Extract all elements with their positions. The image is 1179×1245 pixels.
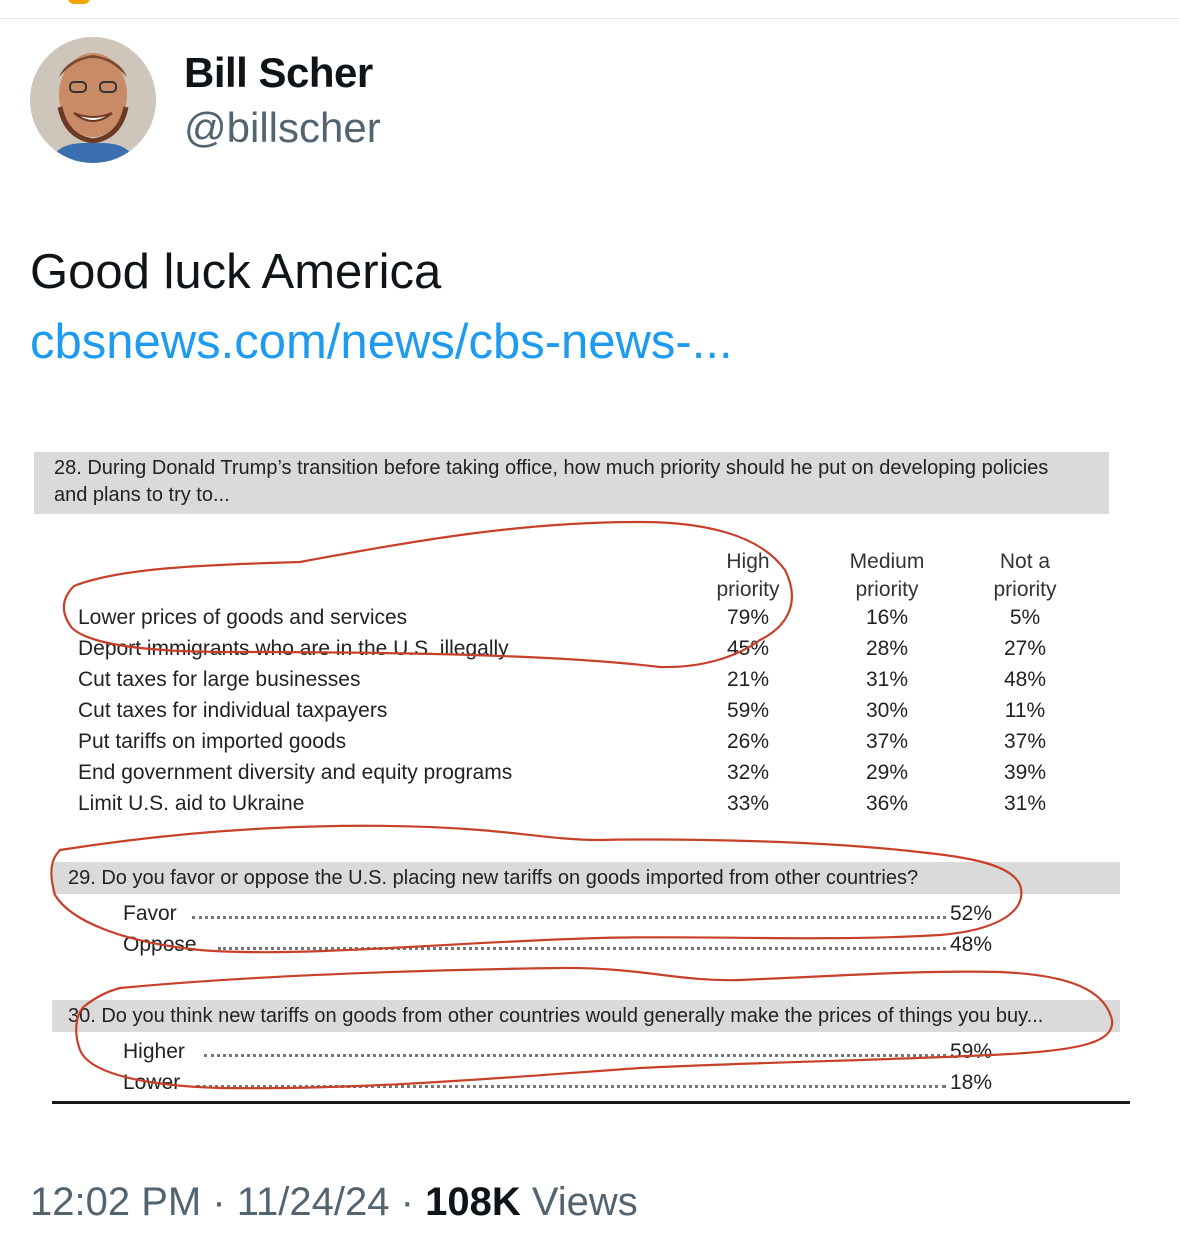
partial-badge-icon xyxy=(68,0,90,4)
avatar-face-icon xyxy=(30,37,156,163)
cell-medium: 29% xyxy=(865,761,909,784)
question-29-header: 29. Do you favor or oppose the U.S. plac… xyxy=(52,862,1120,894)
dot-leader xyxy=(204,1052,946,1057)
question-28-header: 28. During Donald Trump’s transition bef… xyxy=(34,452,1109,514)
bottom-rule xyxy=(52,1101,1130,1104)
tweet-link[interactable]: cbsnews.com/news/cbs-news-... xyxy=(30,314,733,370)
cell-medium: 36% xyxy=(865,792,909,815)
column-header-not: Not a priority xyxy=(970,548,1080,604)
cell-not: 39% xyxy=(1003,761,1047,784)
row-label: Cut taxes for individual taxpayers xyxy=(78,699,388,722)
cell-medium: 31% xyxy=(865,668,909,691)
row-label: End government diversity and equity prog… xyxy=(78,761,513,784)
top-divider xyxy=(0,18,1179,19)
question-30-header: 30. Do you think new tariffs on goods fr… xyxy=(52,1000,1120,1032)
views-label: Views xyxy=(531,1180,638,1224)
row-label: Put tariffs on imported goods xyxy=(78,730,347,753)
question-29-text: 29. Do you favor or oppose the U.S. plac… xyxy=(68,867,919,889)
column-header-not-line2: priority xyxy=(993,578,1057,601)
cell-not: 31% xyxy=(1003,792,1047,815)
column-header-medium-line2: priority xyxy=(855,578,919,601)
column-header-medium-line1: Medium xyxy=(849,550,925,573)
cell-high: 45% xyxy=(726,637,770,660)
cell-medium: 16% xyxy=(865,606,909,629)
answer-higher-label: Higher xyxy=(123,1040,185,1063)
answer-lower-value: 18% xyxy=(950,1071,993,1094)
column-header-high: High priority xyxy=(693,548,803,604)
cell-high: 32% xyxy=(726,761,770,784)
meta-separator: · xyxy=(212,1180,237,1224)
dot-leader xyxy=(192,914,946,919)
cell-not: 37% xyxy=(1003,730,1047,753)
views-count: 108K xyxy=(425,1180,521,1224)
cell-high: 26% xyxy=(726,730,770,753)
column-header-high-line1: High xyxy=(726,550,770,573)
answer-higher-value: 59% xyxy=(950,1040,993,1063)
row-label: Cut taxes for large businesses xyxy=(78,668,361,691)
cell-not: 5% xyxy=(1009,606,1041,629)
cell-not: 48% xyxy=(1003,668,1047,691)
author-name[interactable]: Bill Scher xyxy=(184,49,373,97)
row-label: Limit U.S. aid to Ukraine xyxy=(78,792,305,815)
column-header-medium: Medium priority xyxy=(832,548,942,604)
avatar[interactable] xyxy=(30,37,156,163)
cell-not: 27% xyxy=(1003,637,1047,660)
answer-oppose-value: 48% xyxy=(950,933,993,956)
dot-leader xyxy=(196,1083,946,1088)
answer-oppose-label: Oppose xyxy=(123,933,197,956)
cell-medium: 28% xyxy=(865,637,909,660)
cell-high: 33% xyxy=(726,792,770,815)
tweet-meta: 12:02 PM · 11/24/24 · 108K Views xyxy=(30,1180,638,1225)
poll-image[interactable]: 28. During Donald Trump’s transition bef… xyxy=(0,430,1179,1130)
meta-separator: · xyxy=(400,1180,426,1224)
author-handle[interactable]: @billscher xyxy=(184,104,381,152)
row-label: Lower prices of goods and services xyxy=(78,606,408,629)
cell-medium: 37% xyxy=(865,730,909,753)
dot-leader xyxy=(218,945,946,950)
question-28-text-line2: and plans to try to... xyxy=(54,484,230,506)
cell-high: 59% xyxy=(726,699,770,722)
answer-favor-label: Favor xyxy=(123,902,177,925)
question-30-text: 30. Do you think new tariffs on goods fr… xyxy=(68,1005,1044,1027)
cell-not: 11% xyxy=(1004,699,1046,722)
tweet-date[interactable]: 11/24/24 xyxy=(237,1180,390,1224)
cell-high: 79% xyxy=(726,606,770,629)
tweet-time[interactable]: 12:02 PM xyxy=(30,1180,201,1224)
cell-high: 21% xyxy=(726,668,770,691)
column-header-high-line2: priority xyxy=(716,578,780,601)
tweet-text: Good luck America xyxy=(30,245,442,299)
answer-favor-value: 52% xyxy=(950,902,993,925)
row-label: Deport immigrants who are in the U.S. il… xyxy=(78,637,509,660)
question-28-text: 28. During Donald Trump’s transition bef… xyxy=(54,457,1049,479)
column-header-not-line1: Not a xyxy=(999,550,1051,573)
cell-medium: 30% xyxy=(865,699,909,722)
answer-lower-label: Lower xyxy=(123,1071,181,1094)
